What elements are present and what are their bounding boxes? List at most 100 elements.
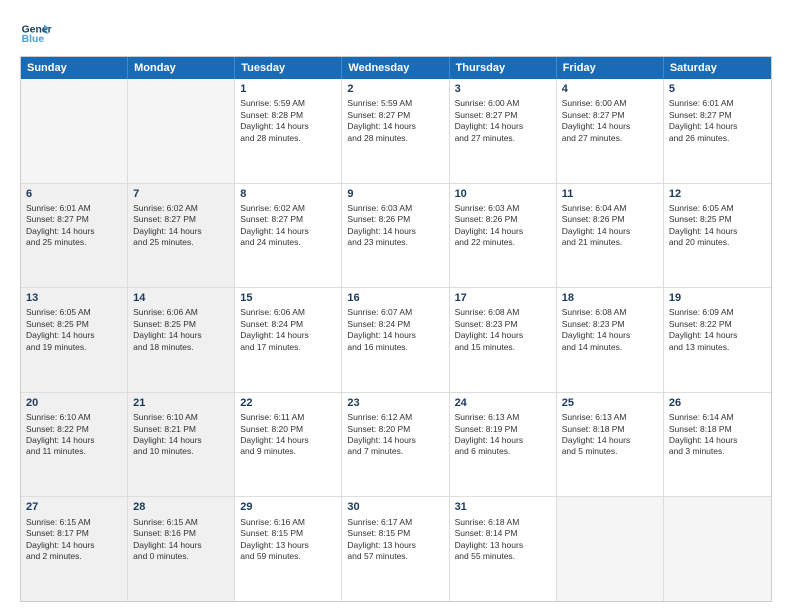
cell-line: Daylight: 14 hours [562,330,658,341]
calendar-cell: 7Sunrise: 6:02 AMSunset: 8:27 PMDaylight… [128,184,235,288]
cell-line: and 17 minutes. [240,342,336,353]
cell-line: Sunrise: 6:10 AM [133,412,229,423]
cell-line: Sunrise: 6:10 AM [26,412,122,423]
cell-line: Daylight: 13 hours [455,540,551,551]
cell-line: Daylight: 14 hours [455,330,551,341]
cell-line: and 19 minutes. [26,342,122,353]
cell-line: and 14 minutes. [562,342,658,353]
calendar-cell [21,79,128,183]
calendar-cell: 8Sunrise: 6:02 AMSunset: 8:27 PMDaylight… [235,184,342,288]
cell-line: Daylight: 14 hours [26,540,122,551]
cell-line: Sunrise: 6:05 AM [26,307,122,318]
calendar-header-cell: Friday [557,57,664,79]
day-number: 6 [26,187,122,201]
cell-line: Sunset: 8:18 PM [562,424,658,435]
calendar-cell [664,497,771,601]
day-number: 12 [669,187,766,201]
cell-line: Daylight: 14 hours [562,435,658,446]
cell-line: Sunrise: 6:04 AM [562,203,658,214]
calendar-cell: 30Sunrise: 6:17 AMSunset: 8:15 PMDayligh… [342,497,449,601]
cell-line: Sunrise: 6:03 AM [455,203,551,214]
cell-line: Sunrise: 5:59 AM [347,98,443,109]
cell-line: Sunrise: 6:00 AM [455,98,551,109]
cell-line: Daylight: 14 hours [240,121,336,132]
cell-line: Sunset: 8:26 PM [455,214,551,225]
calendar-cell [557,497,664,601]
cell-line: Sunset: 8:24 PM [240,319,336,330]
cell-line: Sunrise: 6:17 AM [347,517,443,528]
cell-line: Sunset: 8:27 PM [669,110,766,121]
cell-line: Daylight: 14 hours [669,435,766,446]
cell-line: Sunset: 8:27 PM [240,214,336,225]
day-number: 20 [26,396,122,410]
cell-line: and 28 minutes. [240,133,336,144]
cell-line: Sunrise: 6:16 AM [240,517,336,528]
svg-text:Blue: Blue [22,34,45,45]
calendar-cell: 20 Sunrise: 6:10 AMSunset: 8:22 PMDayligh… [21,393,128,497]
calendar-cell: 28Sunrise: 6:15 AMSunset: 8:16 PMDayligh… [128,497,235,601]
cell-line: Daylight: 14 hours [240,330,336,341]
calendar-cell: 15Sunrise: 6:06 AMSunset: 8:24 PMDayligh… [235,288,342,392]
cell-line: Daylight: 14 hours [133,540,229,551]
calendar-cell: 5Sunrise: 6:01 AMSunset: 8:27 PMDaylight… [664,79,771,183]
cell-line: and 25 minutes. [133,237,229,248]
day-number: 17 [455,291,551,305]
cell-line: Daylight: 14 hours [562,121,658,132]
calendar-row: 13 Sunrise: 6:05 AMSunset: 8:25 PM Dayligh… [21,288,771,393]
cell-line: and 23 minutes. [347,237,443,248]
cell-line: Sunrise: 6:07 AM [347,307,443,318]
cell-line: Sunrise: 6:06 AM [133,307,229,318]
cell-line: Sunrise: 6:13 AM [455,412,551,423]
calendar-cell: 19Sunrise: 6:09 AMSunset: 8:22 PMDayligh… [664,288,771,392]
day-number: 25 [562,396,658,410]
cell-line: Sunset: 8:26 PM [562,214,658,225]
day-number: 13 [26,291,122,305]
cell-line: Sunset: 8:23 PM [562,319,658,330]
cell-line: and 21 minutes. [562,237,658,248]
header: General Blue [20,18,772,50]
calendar-cell: 17Sunrise: 6:08 AMSunset: 8:23 PMDayligh… [450,288,557,392]
calendar-cell: 13Sunrise: 6:05 AMSunset: 8:25 PMDayligh… [21,288,128,392]
cell-line: Sunset: 8:24 PM [347,319,443,330]
cell-line: and 55 minutes. [455,551,551,562]
cell-line: Sunset: 8:26 PM [347,214,443,225]
cell-line: Daylight: 14 hours [669,121,766,132]
cell-line: Sunrise: 6:12 AM [347,412,443,423]
day-number: 4 [562,82,658,96]
calendar-cell: 6Sunrise: 6:01 AMSunset: 8:27 PMDaylight… [21,184,128,288]
calendar-header-cell: Tuesday [235,57,342,79]
cell-line: and 11 minutes. [26,446,122,457]
cell-line: Daylight: 14 hours [669,226,766,237]
page: General Blue SundayMondayTuesdayWednesda… [0,0,792,612]
cell-line: Daylight: 14 hours [133,330,229,341]
cell-line: Sunrise: 6:02 AM [133,203,229,214]
cell-line: Sunrise: 6:06 AM [240,307,336,318]
cell-line: Sunset: 8:25 PM [26,319,122,330]
cell-line: Daylight: 13 hours [240,540,336,551]
cell-line: Sunrise: 5:59 AM [240,98,336,109]
calendar-cell: 10Sunrise: 6:03 AMSunset: 8:26 PMDayligh… [450,184,557,288]
calendar-cell: 25Sunrise: 6:13 AMSunset: 8:18 PMDayligh… [557,393,664,497]
day-number: 16 [347,291,443,305]
cell-line: Sunset: 8:20 PM [347,424,443,435]
cell-line: Sunrise: 6:11 AM [240,412,336,423]
day-number: 14 [133,291,229,305]
cell-line: Daylight: 13 hours [347,540,443,551]
cell-line: Sunset: 8:15 PM [347,528,443,539]
calendar-row: 20Sunrise: 6:10 AMSunset: 8:22 PMDayligh… [21,393,771,498]
cell-line: and 7 minutes. [347,446,443,457]
day-number: 28 [133,500,229,514]
cell-line: Sunset: 8:18 PM [669,424,766,435]
cell-line: and 6 minutes. [455,446,551,457]
cell-line: Sunset: 8:25 PM [669,214,766,225]
logo-icon: General Blue [20,18,52,50]
cell-line: and 28 minutes. [347,133,443,144]
calendar-cell: 26Sunrise: 6:14 AMSunset: 8:18 PMDayligh… [664,393,771,497]
calendar-cell: 1Sunrise: 5:59 AMSunset: 8:28 PMDaylight… [235,79,342,183]
cell-line: Daylight: 14 hours [133,226,229,237]
cell-line: and 18 minutes. [133,342,229,353]
cell-line: Daylight: 14 hours [26,435,122,446]
cell-line: Sunset: 8:22 PM [26,424,122,435]
cell-line: Sunset: 8:22 PM [669,319,766,330]
day-number: 23 [347,396,443,410]
